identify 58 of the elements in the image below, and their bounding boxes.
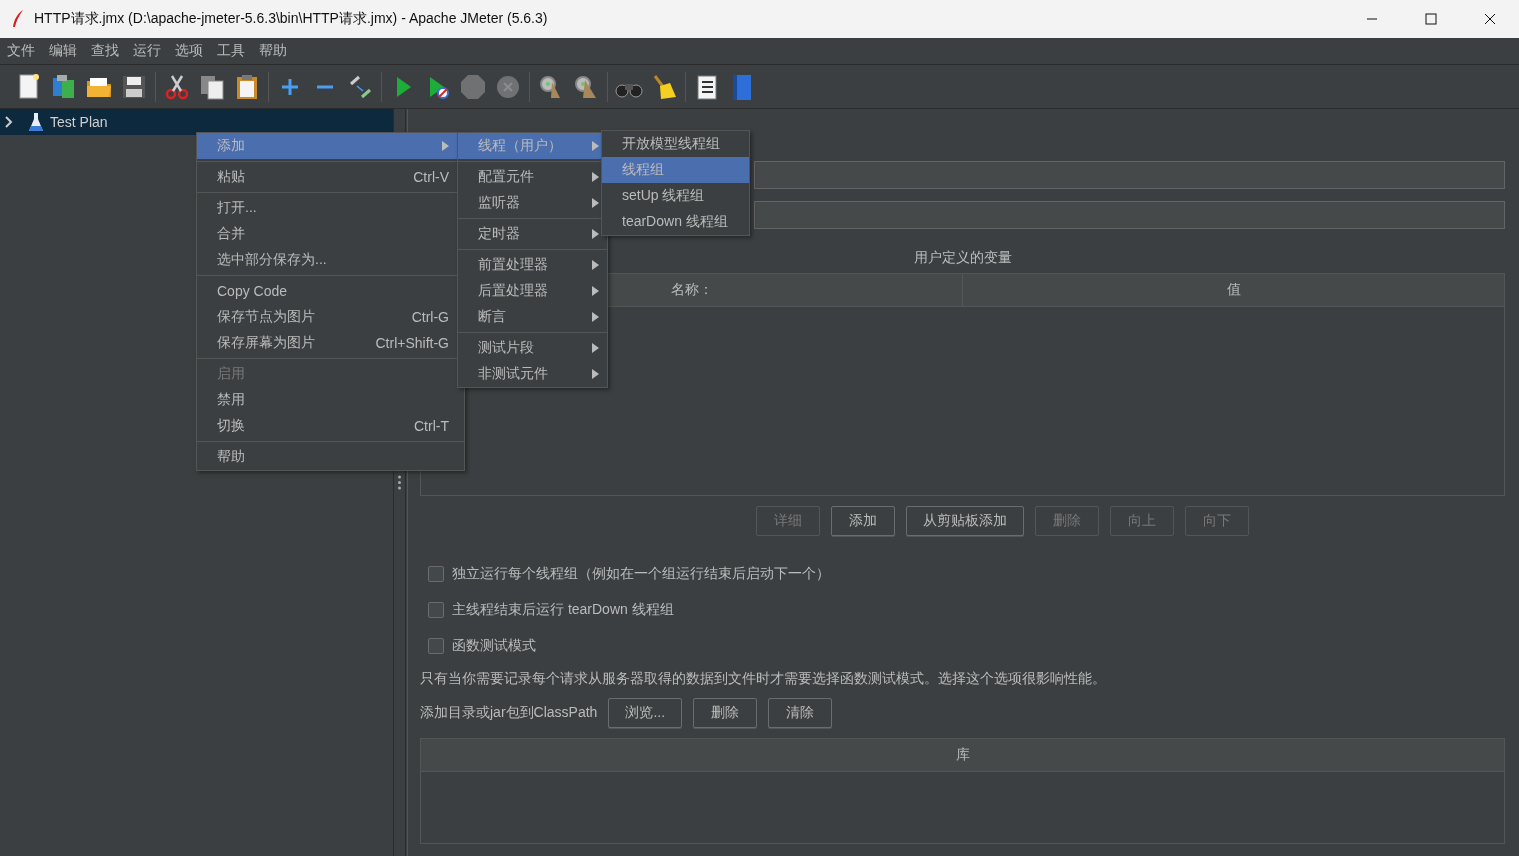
window-title: HTTP请求.jmx (D:\apache-jmeter-5.6.3\bin\HTTP请求.jmx) - Apache JMeter (5.6.3) — [34, 10, 549, 28]
classpath-label: 添加目录或jar包到ClassPath — [420, 704, 598, 722]
checkbox-label: 独立运行每个线程组（例如在一个组运行结束后启动下一个） — [452, 565, 830, 583]
table-action-button[interactable]: 添加 — [831, 506, 895, 536]
menu-item[interactable]: 文件 — [2, 42, 44, 60]
menu-item[interactable]: 非测试元件 — [458, 361, 607, 387]
checkbox[interactable] — [428, 602, 444, 618]
checkbox[interactable] — [428, 566, 444, 582]
menu-item[interactable]: 禁用 — [197, 387, 457, 413]
submenu-arrow-icon — [592, 229, 599, 239]
close-icon[interactable] — [1483, 13, 1496, 25]
name-field[interactable] — [754, 161, 1505, 189]
tree-label: Test Plan — [50, 114, 108, 130]
menu-item[interactable]: 切换 Ctrl-T — [197, 413, 457, 439]
menu-item[interactable]: 后置处理器 — [458, 278, 607, 304]
section-title: 用户定义的变量 — [913, 249, 1012, 267]
feather-icon — [12, 10, 24, 28]
submenu-arrow-icon — [592, 312, 599, 322]
table-action-button[interactable]: 从剪贴板添加 — [906, 506, 1024, 536]
menu-item[interactable]: 打开... — [197, 195, 457, 221]
menu-item[interactable]: 查找 — [86, 42, 128, 60]
submenu-arrow-icon — [592, 286, 599, 296]
menu-item[interactable]: 选项 — [170, 42, 212, 60]
submenu-arrow-icon — [442, 141, 449, 151]
submenu-arrow-icon — [592, 141, 599, 151]
maximize-icon[interactable] — [1424, 13, 1437, 25]
menu-item[interactable]: 保存节点为图片 Ctrl-G — [197, 304, 457, 330]
menu-item[interactable]: 帮助 — [254, 42, 296, 60]
column-header[interactable]: 值 — [963, 274, 1504, 306]
tree-item[interactable]: Test Plan — [0, 109, 393, 135]
submenu-arrow-icon — [592, 260, 599, 270]
checkbox-label: 函数测试模式 — [452, 637, 536, 655]
classpath-button[interactable]: 浏览... — [608, 698, 683, 728]
submenu-arrow-icon — [592, 343, 599, 353]
submenu-arrow-icon — [592, 172, 599, 182]
column-header[interactable]: 库 — [421, 739, 1504, 771]
menu-item[interactable]: 工具 — [212, 42, 254, 60]
menu-item[interactable]: 帮助 — [197, 444, 457, 470]
menu-item[interactable]: 粘贴 Ctrl-V — [197, 164, 457, 190]
menu-item[interactable]: 运行 — [128, 42, 170, 60]
menu-item[interactable]: 定时器 — [458, 221, 607, 247]
classpath-button[interactable]: 删除 — [693, 698, 758, 728]
comment-field[interactable] — [754, 201, 1505, 229]
menu-item[interactable]: 编辑 — [44, 42, 86, 60]
checkbox-label: 主线程结束后运行 tearDown 线程组 — [452, 601, 674, 619]
menu-item[interactable]: 选中部分保存为... — [197, 247, 457, 273]
submenu-arrow-icon — [592, 198, 599, 208]
classpath-button[interactable]: 清除 — [768, 698, 833, 728]
help-text: 只有当你需要记录每个请求从服务器取得的数据到文件时才需要选择函数测试模式。选择这个选项很影响性能。 — [420, 670, 1107, 688]
menu-item[interactable]: 合并 — [197, 221, 457, 247]
flask-icon — [28, 112, 44, 132]
menu-item[interactable]: 测试片段 — [458, 335, 607, 361]
menu-item[interactable]: 保存屏幕为图片 Ctrl+Shift-G — [197, 330, 457, 356]
checkbox[interactable] — [428, 638, 444, 654]
expand-chevron-icon[interactable] — [4, 116, 14, 128]
submenu-arrow-icon — [592, 369, 599, 379]
splitter-grip-icon[interactable] — [398, 475, 401, 490]
menu-item[interactable]: 断言 — [458, 304, 607, 330]
